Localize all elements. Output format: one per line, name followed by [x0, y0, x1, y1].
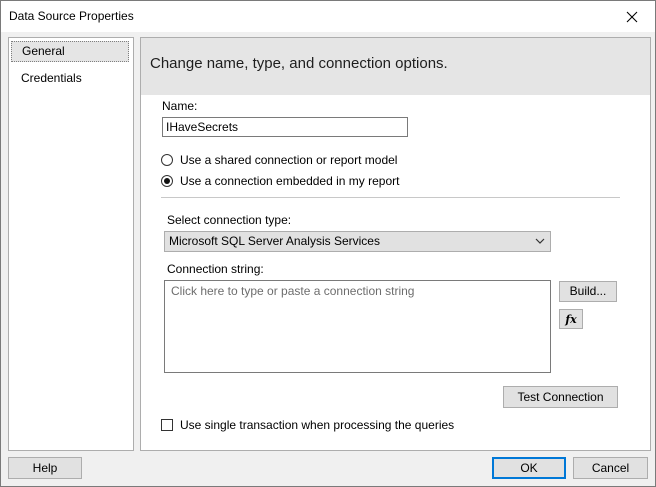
- embedded-connection-option[interactable]: Use a connection embedded in my report: [161, 173, 399, 189]
- general-page: Change name, type, and connection option…: [140, 37, 651, 451]
- data-source-properties-dialog: Data Source Properties General Credentia…: [0, 0, 656, 487]
- page-header: Change name, type, and connection option…: [141, 38, 650, 95]
- help-button[interactable]: Help: [8, 457, 82, 479]
- test-connection-button[interactable]: Test Connection: [503, 386, 618, 408]
- divider: [161, 197, 620, 198]
- title-bar: Data Source Properties: [1, 1, 655, 32]
- fx-icon: fx: [565, 312, 577, 326]
- single-transaction-checkbox[interactable]: [161, 419, 173, 431]
- shared-connection-label: Use a shared connection or report model: [180, 153, 398, 167]
- close-button[interactable]: [609, 1, 655, 32]
- single-transaction-label: Use single transaction when processing t…: [180, 418, 455, 432]
- close-icon: [626, 11, 638, 22]
- chevron-down-icon: [535, 238, 545, 244]
- connection-type-value: Microsoft SQL Server Analysis Services: [169, 234, 380, 248]
- expression-button[interactable]: fx: [559, 309, 583, 329]
- connection-string-input[interactable]: Click here to type or paste a connection…: [164, 280, 551, 373]
- build-button[interactable]: Build...: [559, 281, 617, 302]
- page-header-text: Change name, type, and connection option…: [150, 55, 448, 72]
- shared-connection-radio[interactable]: [161, 154, 173, 166]
- connection-string-label: Connection string:: [167, 262, 264, 276]
- nav-item-general[interactable]: General: [11, 41, 129, 62]
- connection-type-label: Select connection type:: [167, 213, 292, 227]
- page-navigation: General Credentials: [8, 37, 134, 451]
- connection-type-select[interactable]: Microsoft SQL Server Analysis Services: [164, 231, 551, 252]
- shared-connection-option[interactable]: Use a shared connection or report model: [161, 152, 397, 168]
- name-label: Name:: [162, 99, 198, 113]
- name-input[interactable]: IHaveSecrets: [162, 117, 408, 137]
- embedded-connection-label: Use a connection embedded in my report: [180, 174, 400, 188]
- embedded-connection-radio[interactable]: [161, 175, 173, 187]
- cancel-button[interactable]: Cancel: [573, 457, 648, 479]
- nav-item-credentials[interactable]: Credentials: [11, 68, 129, 89]
- window-title: Data Source Properties: [9, 9, 134, 23]
- single-transaction-option[interactable]: Use single transaction when processing t…: [161, 418, 454, 432]
- ok-button[interactable]: OK: [492, 457, 566, 479]
